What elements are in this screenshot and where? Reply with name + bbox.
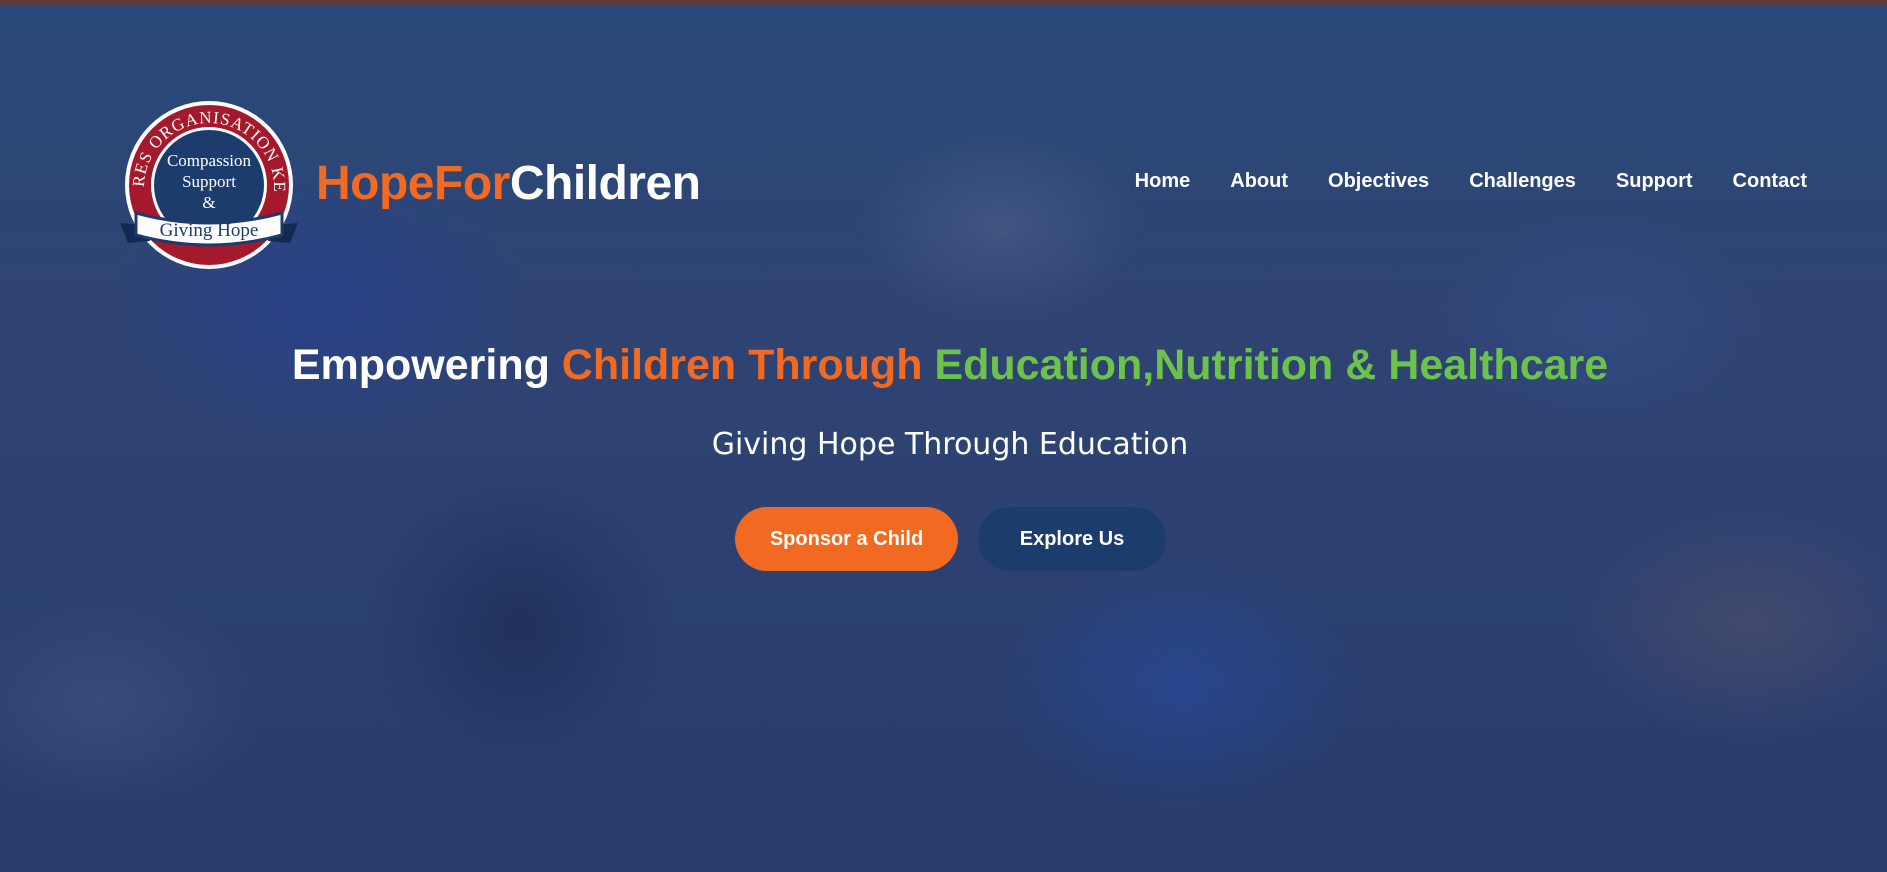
logo-line-1: Compassion	[167, 151, 252, 170]
brand-name[interactable]: HopeForChildren	[316, 156, 701, 211]
nav-objectives[interactable]: Objectives	[1328, 170, 1429, 193]
nav-challenges[interactable]: Challenges	[1469, 170, 1576, 193]
main-nav: Home About Objectives Challenges Support…	[1135, 170, 1807, 193]
nav-support[interactable]: Support	[1616, 170, 1693, 193]
brand[interactable]: CLAIRES ORGANISATION KENYA Compassion Su…	[114, 93, 701, 273]
headline-part-2: Children Through	[561, 341, 935, 389]
logo-line-2: Support	[182, 172, 236, 191]
logo-line-3: &	[202, 193, 215, 212]
hero-section: CLAIRES ORGANISATION KENYA Compassion Su…	[0, 0, 1887, 872]
nav-about[interactable]: About	[1230, 170, 1288, 193]
hero-tagline: Giving Hope Through Education	[711, 427, 1189, 462]
brand-name-part-2: Children	[509, 156, 701, 210]
hero-headline: Empowering Children Through Education,Nu…	[0, 341, 1887, 390]
brand-name-part-1: HopeFor	[316, 156, 510, 210]
logo-banner-text: Giving Hope	[160, 220, 259, 241]
sponsor-child-button[interactable]: Sponsor a Child	[735, 507, 958, 571]
headline-part-1: Empowering	[291, 341, 562, 389]
headline-part-3: Education,Nutrition & Healthcare	[934, 341, 1609, 389]
organisation-logo[interactable]: CLAIRES ORGANISATION KENYA Compassion Su…	[114, 93, 304, 273]
explore-us-button[interactable]: Explore Us	[978, 507, 1166, 571]
nav-home[interactable]: Home	[1135, 170, 1191, 193]
nav-contact[interactable]: Contact	[1733, 170, 1807, 193]
hero-actions: Sponsor a Child Explore Us	[735, 507, 1166, 571]
